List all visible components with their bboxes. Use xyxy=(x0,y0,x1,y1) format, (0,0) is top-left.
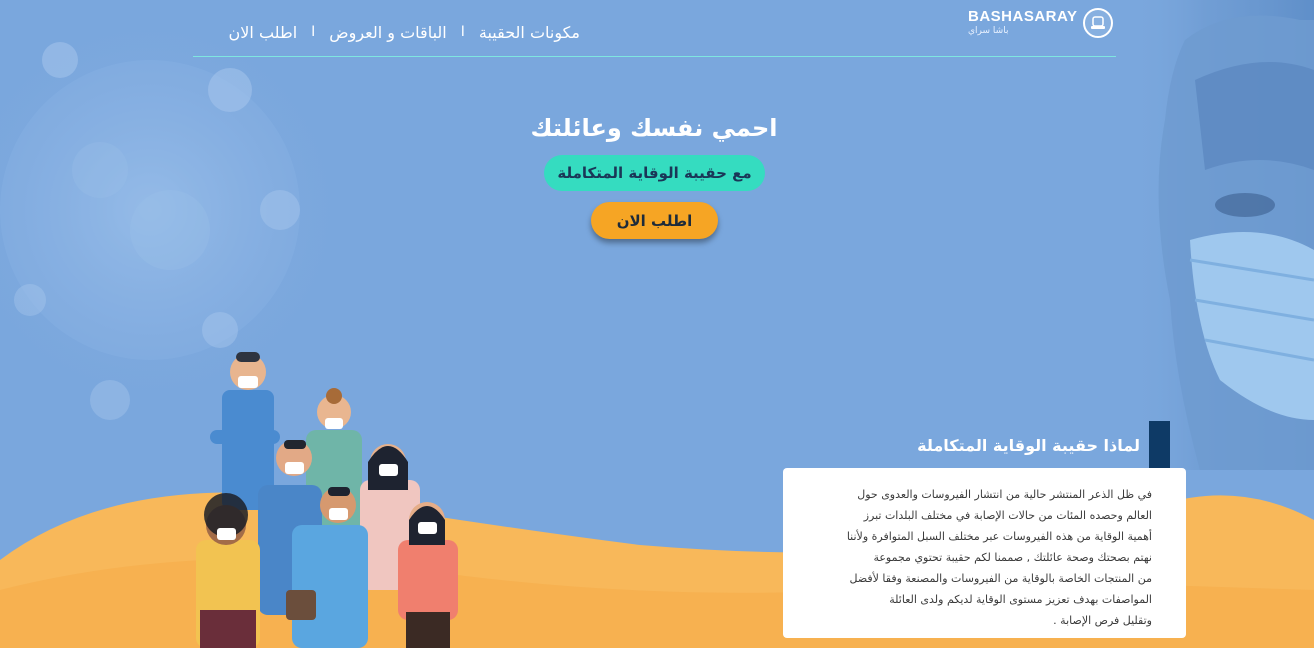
hero-title: احمي نفسك وعائلتك xyxy=(530,114,778,142)
logo[interactable]: BASHASARAY باشا سراي xyxy=(968,6,1118,40)
masked-man-photo xyxy=(1130,0,1314,470)
nav-item-order-now[interactable]: اطلب الان xyxy=(229,23,298,42)
logo-subtitle: باشا سراي xyxy=(968,26,1009,36)
why-section-text: في ظل الذعر المنتشر حالية من انتشار الفي… xyxy=(823,484,1152,631)
hat-icon xyxy=(1083,8,1114,38)
why-line: من المنتجات الخاصة بالوقاية من الفيروسات… xyxy=(849,572,1152,585)
why-line: المواصفات بهدف تعزيز مستوى الوقاية لديكم… xyxy=(889,593,1152,606)
why-line: العالم وحصده المئات من حالات الإصابة في … xyxy=(863,509,1152,522)
section-accent-bar xyxy=(1149,421,1170,474)
nav-item-bag-contents[interactable]: مكونات الحقيبة xyxy=(479,23,580,42)
why-section-title: لماذا حقيبة الوقاية المتكاملة xyxy=(917,436,1140,455)
why-line: وتقليل فرص الإصابة . xyxy=(1053,614,1152,627)
why-line: أهمية الوقاية من هذه الفيروسات عبر مختلف… xyxy=(846,530,1152,543)
nav-separator: I xyxy=(311,24,316,40)
logo-name: BASHASARAY xyxy=(968,8,1078,25)
why-section-card: في ظل الذعر المنتشر حالية من انتشار الفي… xyxy=(783,468,1186,638)
landing-page: BASHASARAY باشا سراي مكونات الحقيبة I ال… xyxy=(0,0,1314,648)
hero-subtitle-pill: مع حقيبة الوقاية المتكاملة xyxy=(544,155,765,191)
order-now-button[interactable]: اطلب الان xyxy=(591,202,718,239)
header-divider xyxy=(193,56,1116,57)
logo-text: BASHASARAY باشا سراي xyxy=(968,9,1077,37)
why-line: في ظل الذعر المنتشر حالية من انتشار الفي… xyxy=(857,488,1152,501)
nav-separator: I xyxy=(460,24,465,40)
main-nav: مكونات الحقيبة I الباقات و العروض I اطلب… xyxy=(200,18,580,46)
why-line: نهتم بصحتك وصحة عائلتك , صممنا لكم حقيبة… xyxy=(873,551,1152,564)
nav-item-packages-offers[interactable]: الباقات و العروض xyxy=(329,23,446,42)
